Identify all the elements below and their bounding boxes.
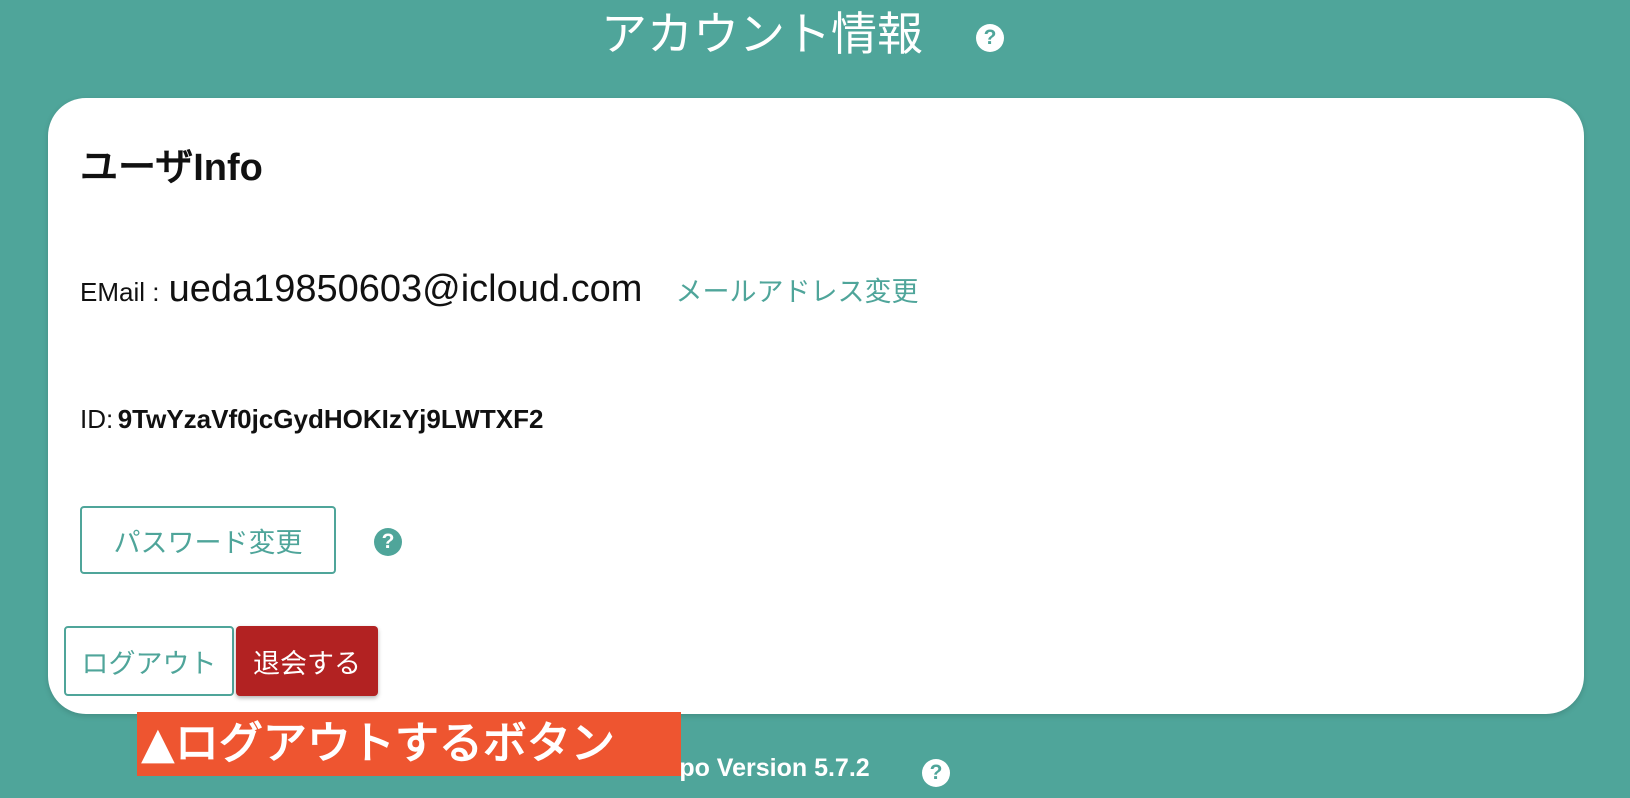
password-help-icon[interactable]: ?	[374, 528, 402, 556]
page-title: アカウント情報	[601, 7, 923, 61]
id-row: ID: 9TwYzaVf0jcGydHOKIzYj9LWTXF2	[80, 404, 543, 435]
email-value: ueda19850603@icloud.com	[168, 268, 643, 310]
change-email-link[interactable]: メールアドレス変更	[675, 277, 918, 308]
header-help-icon[interactable]: ?	[976, 24, 1004, 52]
card-heading: ユーザInfo	[80, 147, 263, 189]
email-row: EMail : ueda19850603@icloud.com メールアドレス変…	[80, 268, 918, 311]
logout-button[interactable]: ログアウト	[64, 626, 234, 696]
withdraw-button[interactable]: 退会する	[236, 626, 378, 696]
id-label: ID:	[80, 404, 114, 434]
email-label: EMail :	[80, 277, 160, 307]
annotation-banner: ▲ログアウトするボタン	[137, 712, 681, 776]
id-value: 9TwYzaVf0jcGydHOKIzYj9LWTXF2	[117, 404, 544, 434]
change-password-button[interactable]: パスワード変更	[80, 506, 336, 574]
version-help-icon[interactable]: ?	[922, 759, 950, 787]
user-info-card: ユーザInfo EMail : ueda19850603@icloud.com …	[48, 98, 1584, 714]
